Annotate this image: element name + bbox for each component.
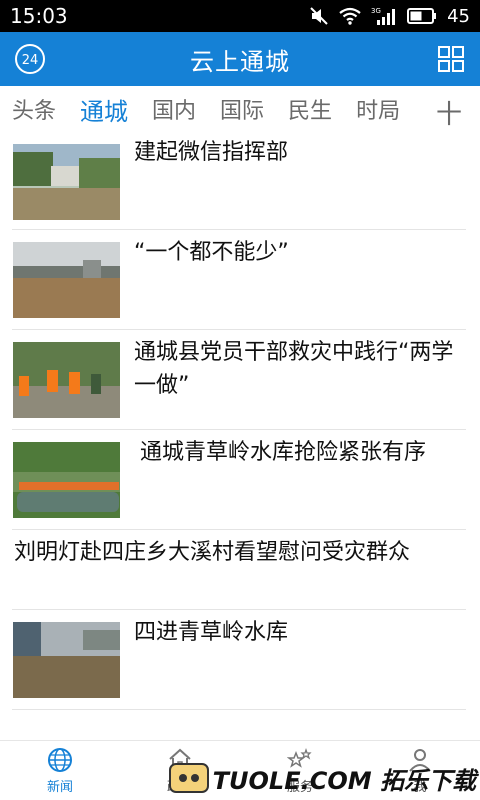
tab-domestic[interactable]: 国内 xyxy=(152,93,196,125)
tab-current-affairs[interactable]: 时局 xyxy=(356,93,400,125)
news-title: 建起微信指挥部 xyxy=(134,140,289,165)
add-tab-button[interactable]: 十 xyxy=(436,94,462,131)
nav-news[interactable]: 新闻 xyxy=(0,741,120,800)
list-item[interactable]: 刘明灯赴四庄乡大溪村看望慰问受灾群众 xyxy=(12,530,466,610)
app-header: 24 云上通城 xyxy=(0,32,480,86)
news-title: 通城青草岭水库抢险紧张有序 xyxy=(140,440,427,465)
nav-label: 新闻 xyxy=(46,779,73,795)
list-item[interactable]: 通城县党员干部救灾中践行“两学一做” xyxy=(12,330,466,430)
network-type-label: 3G xyxy=(371,7,381,15)
rescue-boat-icon xyxy=(13,442,120,518)
tab-tongcheng[interactable]: 通城 xyxy=(80,92,128,127)
list-item[interactable]: 通城青草岭水库抢险紧张有序 xyxy=(12,430,466,530)
news-title: “一个都不能少” xyxy=(134,240,289,265)
list-item[interactable]: “一个都不能少” xyxy=(12,230,466,330)
flood-river-icon xyxy=(13,242,120,318)
watermark-text: TUOLE.COM 拓乐下载 xyxy=(212,766,476,795)
grid-menu-icon[interactable] xyxy=(438,46,464,72)
battery-icon xyxy=(407,7,437,25)
logo-text: 24 xyxy=(22,53,39,68)
mute-icon xyxy=(309,6,329,26)
flooded-street-icon xyxy=(13,622,120,698)
app-title: 云上通城 xyxy=(190,47,290,76)
list-item[interactable]: 建起微信指挥部 xyxy=(12,132,466,230)
clock-24-icon[interactable]: 24 xyxy=(14,43,46,75)
status-bar: 15:03 3G 45 xyxy=(0,0,480,32)
list-item[interactable]: 四进青草岭水库 xyxy=(12,610,466,710)
news-title: 刘明灯赴四庄乡大溪村看望慰问受灾群众 xyxy=(14,540,411,565)
tab-livelihood[interactable]: 民生 xyxy=(288,93,332,125)
news-title: 四进青草岭水库 xyxy=(134,620,289,645)
category-tabs: 头条 通城 国内 国际 民生 时局 十 xyxy=(0,86,480,132)
tab-international[interactable]: 国际 xyxy=(220,93,264,125)
battery-level: 45 xyxy=(447,5,470,27)
tab-headlines[interactable]: 头条 xyxy=(12,93,56,125)
wifi-icon xyxy=(339,7,361,25)
flood-town-icon xyxy=(13,144,120,220)
globe-icon xyxy=(48,747,72,772)
news-title: 通城县党员干部救灾中践行“两学一做” xyxy=(134,340,454,398)
status-time: 15:03 xyxy=(10,4,68,28)
watermark-logo-icon xyxy=(168,763,209,793)
signal-3g-icon: 3G xyxy=(371,6,397,26)
watermark: TUOLE.COM 拓乐下载 xyxy=(168,758,476,798)
rescue-workers-icon xyxy=(13,342,120,418)
